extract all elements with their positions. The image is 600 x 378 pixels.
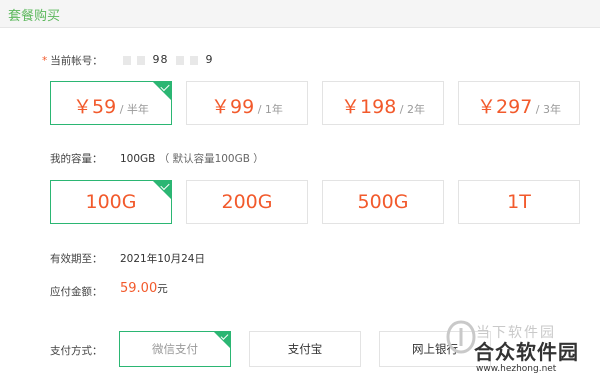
- watermark-main-text: 合众软件园: [474, 340, 579, 364]
- capacity-note: （ 默认容量100GB ）: [158, 153, 264, 165]
- plan-option-3-year[interactable]: ￥297 / 3年: [458, 81, 580, 125]
- payment-amount-label: 应付金额：: [50, 286, 103, 298]
- required-asterisk: *: [42, 55, 48, 67]
- selected-check-icon: [214, 332, 230, 348]
- masked-segment: [123, 55, 131, 65]
- plan-period: / 半年: [116, 103, 149, 116]
- plan-option-1-year[interactable]: ￥99 / 1年: [186, 81, 308, 125]
- plan-period: / 3年: [532, 103, 561, 116]
- plan-option-2-year[interactable]: ￥198 / 2年: [322, 81, 444, 125]
- plan-price: ￥99: [211, 96, 255, 118]
- selected-check-icon: [153, 181, 171, 199]
- capacity-option-label: 200G: [221, 191, 273, 213]
- page-header: 套餐购买: [0, 0, 600, 28]
- account-value: 98 9: [120, 53, 214, 66]
- capacity-amount: 100GB: [120, 153, 156, 165]
- payment-method-label: 支付方式：: [50, 345, 103, 357]
- watermark-url: www.hezhong.net: [476, 364, 557, 374]
- capacity-option-100g[interactable]: 100G: [50, 180, 172, 224]
- payment-amount-unit: 元: [157, 283, 168, 295]
- pay-option-label: 微信支付: [152, 342, 198, 356]
- capacity-option-1t[interactable]: 1T: [458, 180, 580, 224]
- plan-period: / 2年: [396, 103, 425, 116]
- masked-segment: [176, 55, 184, 65]
- capacity-option-500g[interactable]: 500G: [322, 180, 444, 224]
- pay-option-alipay[interactable]: 支付宝: [249, 331, 361, 367]
- account-label-text: 当前帐号：: [50, 55, 103, 67]
- plan-price: ￥198: [341, 96, 397, 118]
- masked-segment: [137, 55, 145, 65]
- payment-amount-number: 59.00: [120, 281, 158, 296]
- selected-check-icon: [153, 82, 171, 100]
- plan-price: ￥59: [73, 96, 117, 118]
- masked-segment: [190, 55, 198, 65]
- capacity-option-label: 500G: [357, 191, 409, 213]
- expiry-value: 2021年10月24日: [120, 253, 205, 265]
- capacity-option-200g[interactable]: 200G: [186, 180, 308, 224]
- account-label: * 当前帐号：: [42, 53, 103, 68]
- payment-amount-value: 59.00元: [120, 281, 168, 296]
- pay-option-label: 支付宝: [287, 342, 323, 356]
- purchase-panel: [0, 28, 600, 310]
- page-title: 套餐购买: [8, 9, 61, 24]
- capacity-label: 我的容量：: [50, 153, 103, 165]
- capacity-option-label: 1T: [507, 191, 531, 213]
- capacity-value: 100GB （ 默认容量100GB ）: [120, 151, 264, 166]
- pay-option-wechat[interactable]: 微信支付: [119, 331, 231, 367]
- watermark-logo-icon: [446, 320, 476, 354]
- expiry-label: 有效期至：: [50, 253, 103, 265]
- plan-price: ￥297: [477, 96, 533, 118]
- plan-option-half-year[interactable]: ￥59 / 半年: [50, 81, 172, 125]
- account-value-left: 9: [152, 53, 161, 66]
- plan-period: / 1年: [254, 103, 283, 116]
- account-value-right: 9: [205, 53, 214, 66]
